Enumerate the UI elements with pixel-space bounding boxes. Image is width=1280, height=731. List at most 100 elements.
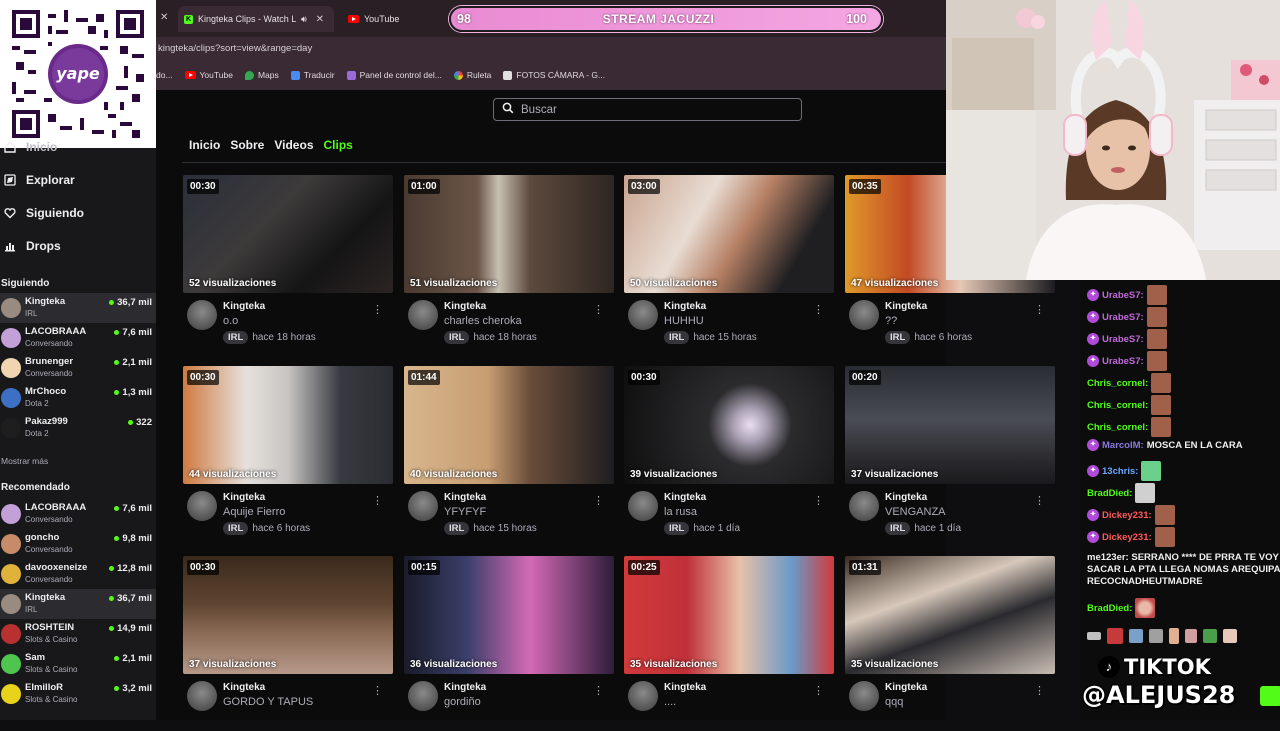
clip-author[interactable]: Kingteka — [885, 682, 927, 693]
clip-card[interactable]: 01:00 51 visualizaciones Kingteka ⋮ charles … — [404, 175, 614, 350]
category-tag[interactable]: IRL — [223, 522, 249, 535]
clip-title[interactable]: YFYFYF — [444, 506, 486, 518]
clip-author[interactable]: Kingteka — [444, 492, 486, 503]
bookmark-panel[interactable]: Panel de control del... — [346, 70, 442, 80]
browser-tab-youtube[interactable]: YouTube — [342, 6, 405, 32]
clip-title[interactable]: la rusa — [664, 506, 697, 518]
chat-user[interactable]: UrabeS7: — [1102, 290, 1144, 301]
clip-thumbnail[interactable]: 00:30 44 visualizaciones — [183, 366, 393, 484]
avatar[interactable] — [187, 681, 217, 711]
clip-card[interactable]: 01:31 35 visualizaciones Kingteka ⋮ qqq — [845, 556, 1055, 731]
clip-author[interactable]: Kingteka — [223, 301, 265, 312]
show-more-link[interactable]: Mostrar más — [1, 456, 48, 466]
chat-user[interactable]: Dickey231: — [1102, 532, 1152, 543]
more-options-icon[interactable]: ⋮ — [1034, 684, 1045, 697]
sidebar-channel-kingteka[interactable]: Kingteka IRL 36,7 mil — [0, 589, 156, 619]
more-options-icon[interactable]: ⋮ — [593, 494, 604, 507]
avatar[interactable] — [628, 300, 658, 330]
sidebar-channel-elmillor[interactable]: ElmilloR Slots & Casino 3,2 mil — [0, 679, 156, 709]
clip-author[interactable]: Kingteka — [885, 492, 927, 503]
more-options-icon[interactable]: ⋮ — [372, 303, 383, 316]
clip-card[interactable]: 00:30 52 visualizaciones Kingteka ⋮ o.o IRL ha… — [183, 175, 393, 350]
clip-card[interactable]: 00:20 37 visualizaciones Kingteka ⋮ VENGANZA… — [845, 366, 1055, 541]
bookmark-traducir[interactable]: Traducir — [290, 70, 335, 80]
sidebar-channel-brunenger[interactable]: Brunenger Conversando 2,1 mil — [0, 353, 156, 383]
clip-author[interactable]: Kingteka — [223, 682, 265, 693]
avatar[interactable] — [628, 491, 658, 521]
clip-title[interactable]: qqq — [885, 696, 903, 708]
clip-card[interactable]: 00:30 37 visualizaciones Kingteka ⋮ GORDO Y … — [183, 556, 393, 731]
tab-inicio[interactable]: Inicio — [189, 138, 220, 152]
clip-title[interactable]: Aquije Fierro — [223, 506, 285, 518]
sidebar-channel-roshtein[interactable]: ROSHTEIN Slots & Casino 14,9 mil — [0, 619, 156, 649]
bookmark-youtube[interactable]: YouTube — [184, 70, 233, 80]
clip-thumbnail[interactable]: 00:30 52 visualizaciones — [183, 175, 393, 293]
sidebar-channel-lacobraaa[interactable]: LACOBRAAA Conversando 7,6 mil — [0, 499, 156, 529]
bookmark-ruleta[interactable]: Ruleta — [453, 70, 491, 80]
clip-thumbnail[interactable]: 03:00 50 visualizaciones — [624, 175, 834, 293]
avatar[interactable] — [187, 300, 217, 330]
clip-thumbnail[interactable]: 01:00 51 visualizaciones — [404, 175, 614, 293]
category-tag[interactable]: IRL — [444, 331, 470, 344]
chat-user[interactable]: Dickey231: — [1102, 510, 1152, 521]
clip-author[interactable]: Kingteka — [885, 301, 927, 312]
more-options-icon[interactable]: ⋮ — [813, 494, 824, 507]
clip-thumbnail[interactable]: 00:25 35 visualizaciones — [624, 556, 834, 674]
clip-title[interactable]: ?? — [885, 315, 897, 327]
sidebar-channel-davooxeneize[interactable]: davooxeneize Conversando 12,8 mil — [0, 559, 156, 589]
sidebar-nav-siguiendo[interactable]: Siguiendo — [4, 206, 84, 220]
more-options-icon[interactable]: ⋮ — [813, 303, 824, 316]
browser-tab-kingteka[interactable]: K Kingteka Clips - Watch Live 🔊︎ ✕ — [178, 6, 334, 32]
clip-card[interactable]: 03:00 50 visualizaciones Kingteka ⋮ HUHHU IRL… — [624, 175, 834, 350]
chat-user[interactable]: 13chris: — [1102, 466, 1138, 477]
clip-title[interactable]: gordiño — [444, 696, 481, 708]
chat-user[interactable]: BradDied: — [1087, 488, 1132, 499]
clip-title[interactable]: charles cheroka — [444, 315, 522, 327]
sidebar-channel-lacobraaa[interactable]: LACOBRAAA Conversando 7,6 mil — [0, 323, 156, 353]
sidebar-channel-pakaz999[interactable]: Pakaz999 Dota 2 322 — [0, 413, 156, 443]
sidebar-channel-goncho[interactable]: goncho Conversando 9,8 mil — [0, 529, 156, 559]
clip-title[interactable]: GORDO Y TAPUS — [223, 696, 313, 708]
sidebar-nav-drops[interactable]: Drops — [4, 239, 61, 253]
clip-card[interactable]: 00:25 35 visualizaciones Kingteka ⋮.... — [624, 556, 834, 731]
category-tag[interactable]: IRL — [885, 522, 911, 535]
clip-thumbnail[interactable]: 01:44 40 visualizaciones — [404, 366, 614, 484]
clip-title[interactable]: .... — [664, 696, 676, 708]
clip-title[interactable]: o.o — [223, 315, 238, 327]
clip-author[interactable]: Kingteka — [444, 682, 486, 693]
clip-card[interactable]: 01:44 40 visualizaciones Kingteka ⋮ YFYFYF IR… — [404, 366, 614, 541]
close-icon[interactable]: ✕ — [316, 14, 324, 25]
avatar[interactable] — [849, 491, 879, 521]
clip-thumbnail[interactable]: 00:30 37 visualizaciones — [183, 556, 393, 674]
sidebar-channel-mrchoco[interactable]: MrChoco Dota 2 1,3 mil — [0, 383, 156, 413]
tab-clips[interactable]: Clips — [324, 138, 353, 152]
more-options-icon[interactable]: ⋮ — [813, 684, 824, 697]
tab-videos[interactable]: Videos — [274, 138, 313, 152]
chat-user[interactable]: MarcoIM: — [1102, 440, 1144, 451]
more-options-icon[interactable]: ⋮ — [372, 494, 383, 507]
sidebar-channel-sam[interactable]: Sam Slots & Casino 2,1 mil — [0, 649, 156, 679]
clip-author[interactable]: Kingteka — [664, 682, 706, 693]
more-options-icon[interactable]: ⋮ — [593, 684, 604, 697]
avatar[interactable] — [408, 681, 438, 711]
clip-thumbnail[interactable]: 00:20 37 visualizaciones — [845, 366, 1055, 484]
avatar[interactable] — [408, 300, 438, 330]
chat-user[interactable]: UrabeS7: — [1102, 334, 1144, 345]
chat-user[interactable]: Chris_cornel: — [1087, 378, 1148, 389]
clip-author[interactable]: Kingteka — [664, 301, 706, 312]
sidebar-nav-explorar[interactable]: Explorar — [4, 173, 75, 187]
avatar[interactable] — [187, 491, 217, 521]
bookmark-fotos[interactable]: FOTOS CÁMARA - G... — [503, 70, 605, 80]
category-tag[interactable]: IRL — [885, 331, 911, 344]
chat-send-button[interactable] — [1260, 686, 1280, 706]
avatar[interactable] — [849, 300, 879, 330]
avatar[interactable] — [849, 681, 879, 711]
clip-thumbnail[interactable]: 00:15 36 visualizaciones — [404, 556, 614, 674]
category-tag[interactable]: IRL — [664, 331, 690, 344]
clip-card[interactable]: 00:15 36 visualizaciones Kingteka ⋮ gordiño — [404, 556, 614, 731]
close-icon[interactable]: ✕ — [160, 12, 168, 23]
chat-user[interactable]: Chris_cornel: — [1087, 422, 1148, 433]
clip-author[interactable]: Kingteka — [664, 492, 706, 503]
clip-author[interactable]: Kingteka — [444, 301, 486, 312]
chat-user[interactable]: UrabeS7: — [1102, 356, 1144, 367]
